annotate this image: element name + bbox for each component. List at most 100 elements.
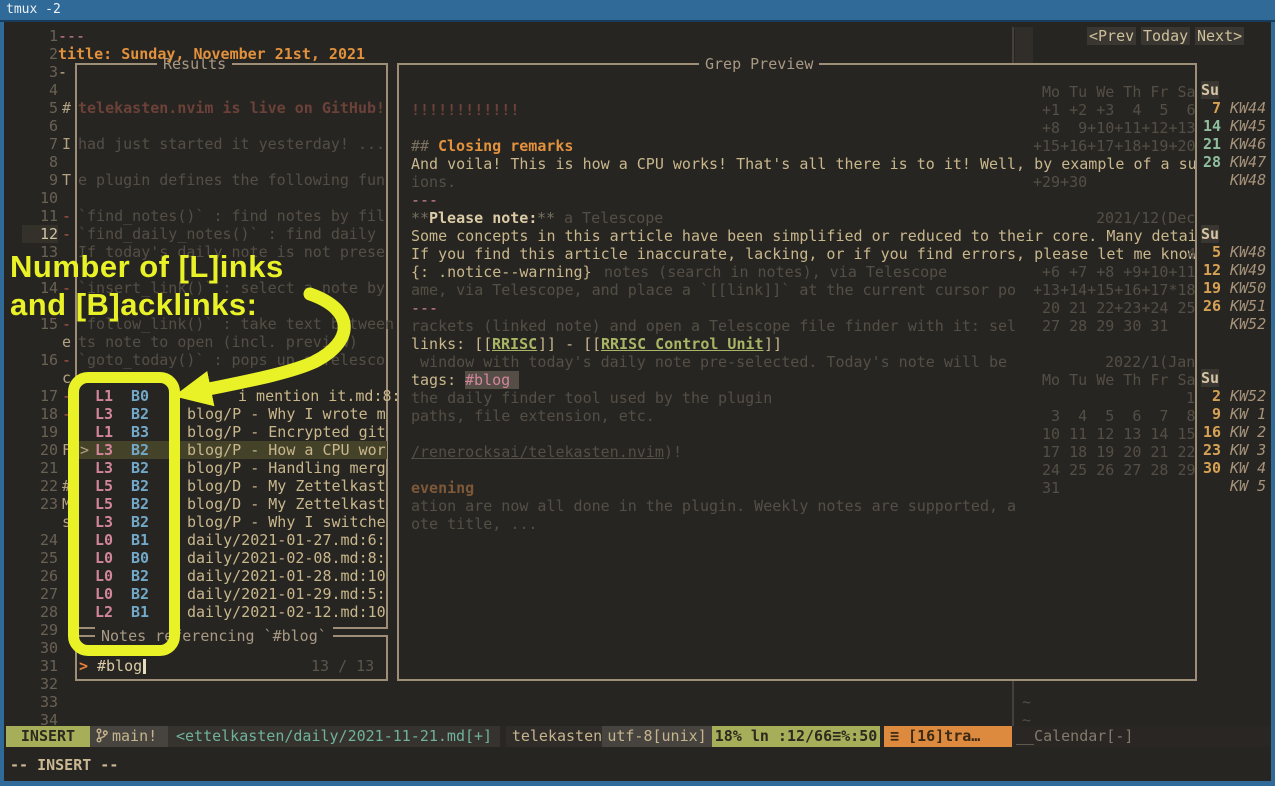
- dimmed-buffer-text: `find_daily_notes()` : find daily: [78, 225, 376, 243]
- calendar-week-number: KW45: [1230, 117, 1266, 135]
- grep-preview-window: Grep Preview !!!!!!!!!!!!## Closing rema…: [397, 63, 1197, 681]
- text-run: notes (search in notes), via Telescope: [604, 263, 947, 281]
- calendar-week-number: KW 4: [1230, 459, 1266, 477]
- statusline-calendar-window: __Calendar[-]: [1016, 726, 1133, 747]
- text-run: ation are now all done in the plugin. We…: [411, 497, 1016, 515]
- text-run: If you find this article inaccurate, lac…: [411, 245, 1195, 263]
- result-row[interactable]: daily/2021-01-28.md:10: [187, 567, 386, 585]
- window-separator[interactable]: [1012, 27, 1014, 63]
- result-row[interactable]: daily/2021-01-27.md:6:: [187, 531, 386, 549]
- calendar-days-dim: +1 +2 +3 4 5 6: [1033, 101, 1195, 119]
- terminal-window: tmux -2 Results Grep Preview !!!!!!!!!!!…: [0, 0, 1275, 786]
- result-row[interactable]: daily/2021-02-08.md:8:: [187, 549, 386, 567]
- text-cursor: [143, 659, 146, 674]
- calendar-days-dim: 4: [1187, 245, 1195, 263]
- calendar-su-header: Su: [1201, 225, 1219, 243]
- calendar-today-button[interactable]: Today: [1141, 27, 1190, 45]
- line-number: 10: [22, 189, 58, 207]
- text-run: rackets (linked note) and open a Telesco…: [411, 317, 1016, 335]
- calendar-days-dim: 24 25 26 27 28 29: [1033, 461, 1195, 479]
- text-run: {: .notice--warning}: [411, 263, 592, 281]
- result-row[interactable]: i mention it.md:8:: [238, 387, 401, 405]
- line-number: 19: [22, 423, 58, 441]
- calendar-sunday-date[interactable]: 12: [1199, 261, 1221, 279]
- calendar-week-number: KW 5: [1230, 477, 1266, 495]
- calendar-days-dim: 3 4 5 6 7 8: [1033, 407, 1195, 425]
- result-row[interactable]: blog/P - Why I switche: [187, 513, 386, 531]
- text-run: ]] - [[: [538, 335, 601, 353]
- result-row[interactable]: blog/D - My Zettelkast: [187, 495, 386, 513]
- calendar-su-header: Su: [1201, 369, 1219, 387]
- calendar-day-headers: Mo Tu We Th Fr Sa: [1033, 83, 1195, 101]
- result-row[interactable]: daily/2021-02-12.md:10: [187, 603, 386, 621]
- text-run: Some concepts in this article have been …: [411, 227, 1195, 245]
- prompt-caret: >: [79, 657, 88, 675]
- titlebar-text: tmux -2: [6, 2, 61, 17]
- line-number: 8: [22, 153, 58, 171]
- calendar-sunday-date[interactable]: 19: [1199, 279, 1221, 297]
- text-run: #: [62, 99, 71, 117]
- result-row[interactable]: blog/P - Handling merg: [187, 459, 386, 477]
- prompt-query[interactable]: #blog: [97, 657, 142, 675]
- calendar-next-button[interactable]: Next>: [1195, 27, 1244, 45]
- calendar-days-dim: 10 11 12 13 14 15: [1033, 425, 1195, 443]
- calendar-sunday-date[interactable]: 7: [1199, 99, 1221, 117]
- result-row[interactable]: blog/P - How a CPU wor: [187, 441, 386, 459]
- titlebar[interactable]: tmux -2: [0, 0, 1275, 22]
- text-run: )!: [664, 443, 682, 461]
- calendar-week-number: KW52: [1230, 387, 1266, 405]
- calendar-sunday-date[interactable]: 5: [1199, 243, 1221, 261]
- window-separator[interactable]: [1012, 681, 1014, 726]
- result-row[interactable]: daily/2021-01-29.md:5:: [187, 585, 386, 603]
- calendar-sunday-date[interactable]: 16: [1199, 423, 1221, 441]
- text-run: e: [62, 333, 71, 351]
- line-number: 22: [22, 477, 58, 495]
- text-run: ]]: [764, 335, 782, 353]
- text-run: evening: [411, 479, 474, 497]
- calendar-days-dim: +15+16+17+18+19+20: [1033, 137, 1195, 155]
- text-run: T: [62, 171, 71, 189]
- calendar-sunday-date[interactable]: 26: [1199, 297, 1221, 315]
- line-number: 20: [22, 441, 58, 459]
- statusline-position: 18% ln :12/66≡%:50: [712, 726, 880, 747]
- calendar-sunday-date[interactable]: 23: [1199, 441, 1221, 459]
- calendar-days-dim: 17 18 19 20 21 22: [1033, 443, 1195, 461]
- text-run: RRISC: [492, 335, 537, 353]
- line-number: 6: [22, 117, 58, 135]
- calendar-week-number: KW52: [1230, 315, 1266, 333]
- calendar-sunday-date[interactable]: 9: [1199, 405, 1221, 423]
- calendar-prev-button[interactable]: <Prev: [1087, 27, 1136, 45]
- dimmed-buffer-text: e plugin defines the following fun: [78, 171, 385, 189]
- line-number: 12: [22, 225, 58, 243]
- statusline-branch-name: main!: [112, 727, 157, 745]
- result-row[interactable]: blog/P - Encrypted git: [187, 423, 386, 441]
- statusline-encoding: utf-8[unix]: [602, 726, 712, 747]
- text-run: the daily finder tool used by the plugin: [411, 389, 772, 407]
- text-run: ##: [411, 137, 438, 155]
- calendar-days-dim: +13+14+15+16+17*18: [1033, 281, 1195, 299]
- calendar-days-dim: 27 28 29 30 31: [1033, 317, 1168, 335]
- calendar-week-number: KW48: [1230, 171, 1266, 189]
- text-run: tags:: [411, 371, 465, 389]
- line-number: 24: [22, 531, 58, 549]
- calendar-sunday-date[interactable]: 21: [1199, 135, 1221, 153]
- calendar-days-dim: 20 21 22+23+24 25: [1033, 299, 1195, 317]
- mode-message: -- INSERT --: [10, 755, 118, 775]
- grep-preview-content: !!!!!!!!!!!!## Closing remarksAnd voila!…: [399, 65, 1195, 679]
- line-number: 32: [22, 675, 58, 693]
- result-row[interactable]: blog/P - Why I wrote m: [187, 405, 386, 423]
- calendar-sunday-date[interactable]: 14: [1199, 117, 1221, 135]
- calendar-sunday-date[interactable]: 28: [1199, 153, 1221, 171]
- line-number: 3: [22, 63, 58, 81]
- git-branch-icon: [96, 728, 108, 743]
- prompt-counter: 13 / 13: [311, 657, 374, 675]
- text-run: **: [537, 209, 555, 227]
- text-run: -: [62, 207, 71, 225]
- line-number: 26: [22, 567, 58, 585]
- calendar-sunday-date[interactable]: 30: [1199, 459, 1221, 477]
- calendar-week-number: KW48: [1230, 243, 1266, 261]
- text-run: title: Sunday, November 21st, 2021: [58, 45, 365, 63]
- statusline-filename: <ettelkasten/daily/2021-11-21.md[+]: [168, 726, 500, 747]
- result-row[interactable]: blog/D - My Zettelkast: [187, 477, 386, 495]
- calendar-sunday-date[interactable]: 2: [1199, 387, 1221, 405]
